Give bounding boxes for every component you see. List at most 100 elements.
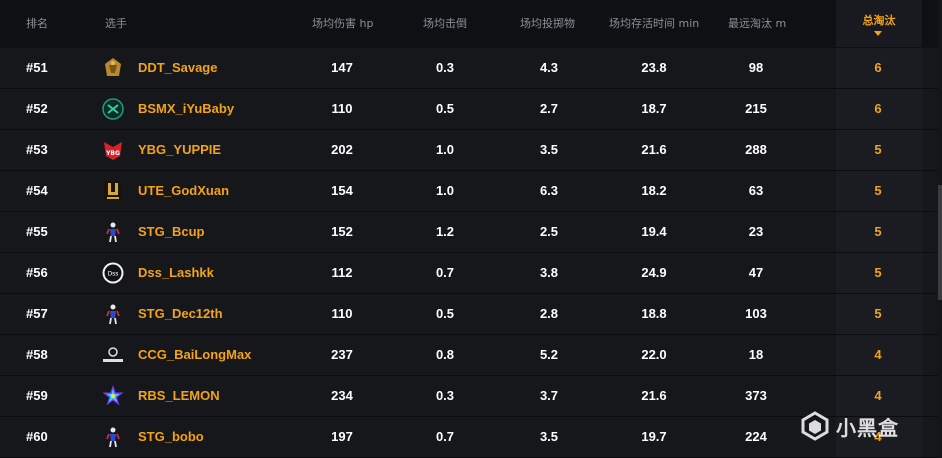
- player-name-link[interactable]: YBG_YUPPIE: [138, 130, 221, 170]
- svg-text:YBG: YBG: [105, 150, 120, 157]
- avg-survival-cell: 21.6: [641, 388, 667, 403]
- longest-kill-cell: 215: [745, 101, 767, 116]
- table-header: 排名 选手 场均伤害 hp 场均击倒 场均投掷物 场均存活时间 min 最远淘汰…: [0, 0, 942, 47]
- avg-throwables-cell: 2.7: [539, 101, 559, 116]
- avg-damage-cell: 152: [331, 224, 353, 239]
- avg-throwables-cell: 4.3: [539, 60, 559, 75]
- avg-damage-cell: 237: [331, 347, 353, 362]
- avg-throwables-cell: 2.5: [539, 224, 559, 239]
- player-name-link[interactable]: STG_Dec12th: [138, 294, 223, 334]
- avg-damage-cell: 110: [331, 306, 353, 321]
- avg-damage-cell: 112: [331, 265, 353, 280]
- avg-kills-cell: 0.3: [435, 60, 455, 75]
- leaderboard-table: 排名 选手 场均伤害 hp 场均击倒 场均投掷物 场均存活时间 min 最远淘汰…: [0, 0, 942, 458]
- player-name-link[interactable]: STG_Bcup: [138, 212, 204, 252]
- longest-kill-cell: 288: [745, 142, 767, 157]
- total-kills-cell: 4: [874, 347, 882, 362]
- team-logo-icon: [101, 302, 125, 326]
- col-longest-kill-header[interactable]: 最远淘汰 m: [728, 0, 786, 47]
- table-row[interactable]: #57 STG_Dec12th 110 0.5 2.8 18.8 103 5: [0, 294, 942, 335]
- avg-throwables-cell: 3.7: [539, 388, 559, 403]
- team-logo-icon: YBG: [101, 138, 125, 162]
- col-kills-header[interactable]: 场均击倒: [423, 0, 467, 47]
- team-logo-icon: [101, 179, 125, 203]
- col-total-kills-header[interactable]: 总淘汰: [836, 0, 922, 47]
- table-row[interactable]: #51 DDT_Savage 147 0.3 4.3 23.8 98 6: [0, 48, 942, 89]
- avg-kills-cell: 0.5: [435, 101, 455, 116]
- svg-text:Dss: Dss: [108, 271, 119, 278]
- avg-damage-cell: 197: [331, 429, 353, 444]
- avg-kills-cell: 0.8: [435, 347, 455, 362]
- avg-throwables-cell: 2.8: [539, 306, 559, 321]
- total-kills-cell: 5: [874, 265, 882, 280]
- total-kills-cell: 5: [874, 306, 882, 321]
- player-name-link[interactable]: BSMX_iYuBaby: [138, 89, 234, 129]
- rank-cell: #53: [26, 142, 48, 157]
- avg-kills-cell: 1.2: [435, 224, 455, 239]
- longest-kill-cell: 18: [748, 347, 764, 362]
- xiaoheihe-logo-icon: [801, 411, 829, 441]
- rank-cell: #57: [26, 306, 48, 321]
- avg-kills-cell: 0.7: [435, 265, 455, 280]
- avg-survival-cell: 19.7: [641, 429, 667, 444]
- total-kills-cell: 6: [874, 101, 882, 116]
- team-logo-icon: [101, 425, 125, 449]
- rank-cell: #55: [26, 224, 48, 239]
- longest-kill-cell: 98: [748, 60, 764, 75]
- team-logo-icon: [101, 56, 125, 80]
- watermark-text: 小黑盒: [836, 415, 899, 440]
- player-name-link[interactable]: STG_bobo: [138, 417, 204, 457]
- avg-damage-cell: 154: [331, 183, 353, 198]
- avg-survival-cell: 21.6: [641, 142, 667, 157]
- team-logo-icon: [101, 97, 125, 121]
- avg-survival-cell: 23.8: [641, 60, 667, 75]
- avg-throwables-cell: 3.5: [539, 142, 559, 157]
- rank-cell: #60: [26, 429, 48, 444]
- avg-survival-cell: 18.7: [641, 101, 667, 116]
- player-name-link[interactable]: DDT_Savage: [138, 48, 217, 88]
- player-name-link[interactable]: Dss_Lashkk: [138, 253, 214, 293]
- col-survival-header[interactable]: 场均存活时间 min: [609, 0, 699, 47]
- longest-kill-cell: 373: [745, 388, 767, 403]
- scrollbar-thumb[interactable]: [938, 185, 942, 300]
- col-rank-header[interactable]: 排名: [26, 0, 48, 47]
- avg-throwables-cell: 6.3: [539, 183, 559, 198]
- avg-damage-cell: 234: [331, 388, 353, 403]
- player-name-link[interactable]: CCG_BaiLongMax: [138, 335, 251, 375]
- longest-kill-cell: 47: [748, 265, 764, 280]
- total-kills-cell: 5: [874, 142, 882, 157]
- table-row[interactable]: #53 YBG YBG_YUPPIE 202 1.0 3.5 21.6 288 …: [0, 130, 942, 171]
- table-row[interactable]: #55 STG_Bcup 152 1.2 2.5 19.4 23 5: [0, 212, 942, 253]
- avg-kills-cell: 1.0: [435, 183, 455, 198]
- table-row[interactable]: #56 Dss Dss_Lashkk 112 0.7 3.8 24.9 47 5: [0, 253, 942, 294]
- avg-throwables-cell: 3.5: [539, 429, 559, 444]
- avg-kills-cell: 1.0: [435, 142, 455, 157]
- longest-kill-cell: 103: [745, 306, 767, 321]
- player-name-link[interactable]: UTE_GodXuan: [138, 171, 229, 211]
- team-logo-icon: [101, 220, 125, 244]
- col-throwables-header[interactable]: 场均投掷物: [520, 0, 575, 47]
- rank-cell: #59: [26, 388, 48, 403]
- player-name-link[interactable]: RBS_LEMON: [138, 376, 220, 416]
- avg-survival-cell: 24.9: [641, 265, 667, 280]
- team-logo-icon: [101, 343, 125, 367]
- longest-kill-cell: 224: [745, 429, 767, 444]
- avg-throwables-cell: 5.2: [539, 347, 559, 362]
- avg-kills-cell: 0.3: [435, 388, 455, 403]
- team-logo-icon: Dss: [101, 261, 125, 285]
- total-kills-cell: 6: [874, 60, 882, 75]
- avg-damage-cell: 147: [331, 60, 353, 75]
- avg-survival-cell: 22.0: [641, 347, 667, 362]
- longest-kill-cell: 63: [748, 183, 764, 198]
- total-kills-cell: 5: [874, 183, 882, 198]
- rank-cell: #58: [26, 347, 48, 362]
- sorted-column-label: 总淘汰: [862, 14, 896, 27]
- total-kills-cell: 5: [874, 224, 882, 239]
- table-row[interactable]: #52 BSMX_iYuBaby 110 0.5 2.7 18.7 215 6: [0, 89, 942, 130]
- rank-cell: #51: [26, 60, 48, 75]
- col-player-header[interactable]: 选手: [105, 0, 127, 47]
- table-row[interactable]: #58 CCG_BaiLongMax 237 0.8 5.2 22.0 18 4: [0, 335, 942, 376]
- scrollbar[interactable]: [938, 0, 942, 458]
- col-damage-header[interactable]: 场均伤害 hp: [312, 0, 373, 47]
- table-row[interactable]: #54 UTE_GodXuan 154 1.0 6.3 18.2 63 5: [0, 171, 942, 212]
